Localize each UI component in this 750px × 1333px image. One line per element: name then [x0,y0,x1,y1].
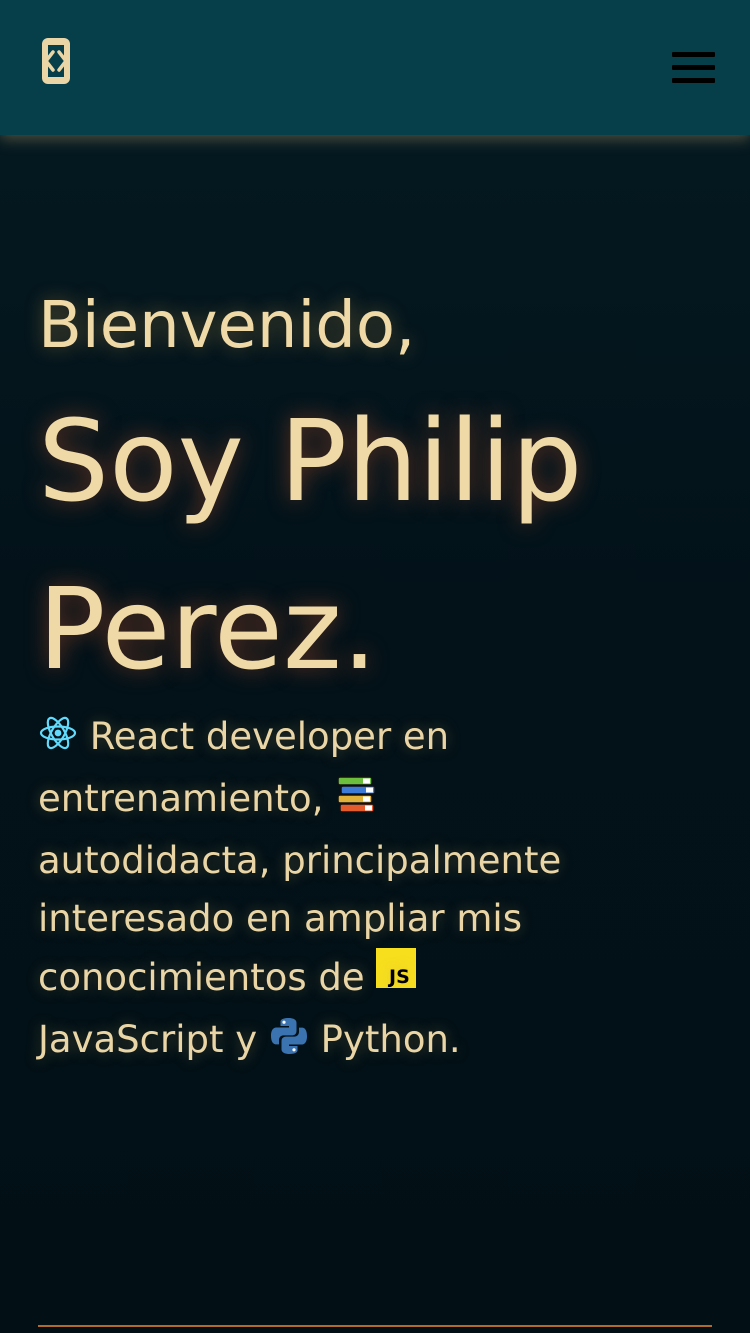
name-line: Soy Philip [38,397,583,527]
hero-name: Soy Philip Perez. [38,378,718,714]
menu-bar [672,78,715,83]
books-icon [335,774,377,832]
bio-line: autodidacta, principalmente [38,839,562,882]
svg-text:JS: JS [387,966,410,988]
top-navbar [0,0,750,135]
bio-line: React developer en [38,708,718,770]
bio-line: JavaScript y Python. [38,1011,718,1073]
bio-text: entrenamiento, [38,777,324,820]
greeting-text: Bienvenido, [38,289,416,363]
page: Bienvenido, Soy Philip Perez. React deve… [0,0,750,1333]
menu-bar [672,65,715,70]
bio-line: conocimientos de JS [38,948,718,1011]
bio-line: entrenamiento, [38,770,718,832]
bio-text: React developer en [89,715,450,758]
bio-text: conocimientos de [38,956,365,999]
javascript-icon: JS [376,948,417,1011]
hero-bio: React developer en entrenamiento, autodi… [38,708,718,1073]
bio-text: JavaScript y [38,1018,258,1061]
bio-line: interesado en ampliar mis [38,897,522,940]
python-icon [269,1015,309,1073]
hamburger-menu-icon[interactable] [672,50,716,86]
code-bracket-icon[interactable] [38,36,74,86]
menu-bar [672,52,715,57]
react-icon [38,712,78,770]
bio-text: Python. [320,1018,461,1061]
name-line: Perez. [38,565,378,695]
section-divider [38,1325,712,1327]
